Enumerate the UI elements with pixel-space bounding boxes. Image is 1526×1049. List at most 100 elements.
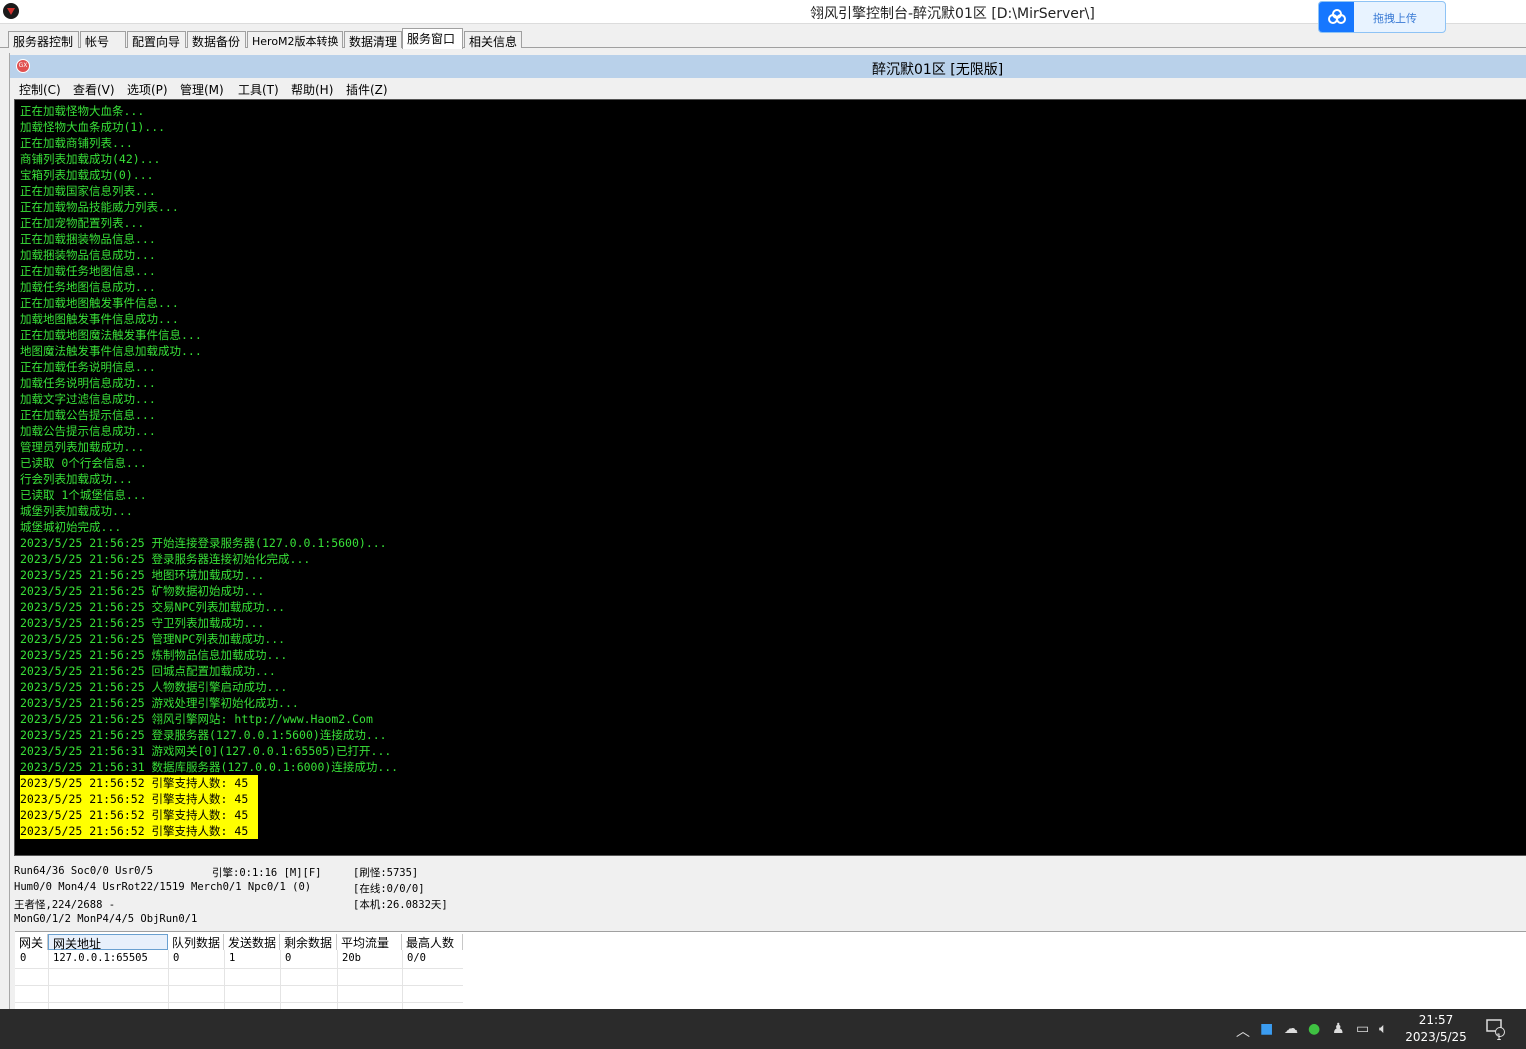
log-line: 正在加载国家信息列表... (20, 184, 156, 198)
tab-service-window[interactable]: 服务窗口 (402, 28, 463, 49)
log-line: 2023/5/25 21:56:25 游戏处理引擎初始化成功... (20, 696, 299, 710)
log-line: 正在加宠物配置列表... (20, 216, 145, 230)
column-header[interactable]: 平均流量 (337, 934, 402, 950)
log-line: 正在加载捆装物品信息... (20, 232, 156, 246)
cloud-icon[interactable]: ☁ (1284, 1021, 1298, 1037)
log-line: 地图魔法触发事件信息加载成功... (20, 344, 202, 358)
engine-window: GX 醉沉默01区 [无限版] 控制(C) 查看(V) 选项(P) 管理(M) … (9, 53, 1526, 1010)
window-titlebar: 翎风引擎控制台-醉沉默01区 [D:\MirServer\] (0, 0, 1526, 24)
notification-count: 1 (1496, 1033, 1502, 1043)
tab-herom2-convert[interactable]: HeroM2版本转换 (247, 31, 343, 48)
log-line-highlight: 2023/5/25 21:56:52 引擎支持人数: 45 (20, 775, 258, 791)
menubar: 控制(C) 查看(V) 选项(P) 管理(M) 工具(T) 帮助(H) 插件(Z… (10, 79, 1526, 99)
log-line: 2023/5/25 21:56:25 回城点配置加载成功... (20, 664, 276, 678)
menu-help[interactable]: 帮助(H) (291, 81, 333, 98)
log-console[interactable]: 正在加载怪物大血条... 加载怪物大血条成功(1)... 正在加载商铺列表... 商铺… (14, 99, 1526, 856)
log-line: 正在加载公告提示信息... (20, 408, 156, 422)
log-line: 行会列表加载成功... (20, 472, 133, 486)
log-line: 2023/5/25 21:56:31 数据库服务器(127.0.0.1:6000… (20, 760, 399, 774)
menu-view[interactable]: 查看(V) (73, 81, 115, 98)
clock-time: 21:57 (1418, 1013, 1454, 1027)
log-line: 正在加载任务地图信息... (20, 264, 156, 278)
menu-options[interactable]: 选项(P) (127, 81, 168, 98)
log-line: 2023/5/25 21:56:25 炼制物品信息加载成功... (20, 648, 288, 662)
menu-control[interactable]: 控制(C) (19, 81, 61, 98)
status-run: Run64/36 Soc0/0 Usr0/5 (14, 865, 154, 877)
log-line: 已读取 0个行会信息... (20, 456, 147, 470)
log-line: 加载任务地图信息成功... (20, 280, 156, 294)
log-line: 商铺列表加载成功(42)... (20, 152, 161, 166)
log-line: 加载捆装物品信息成功... (20, 248, 156, 262)
log-line: 正在加载地图魔法触发事件信息... (20, 328, 202, 342)
chevron-up-icon[interactable]: ︿ (1236, 1021, 1250, 1041)
log-line: 2023/5/25 21:56:25 守卫列表加载成功... (20, 616, 265, 630)
status-local: [本机:26.0832天] (353, 899, 448, 911)
status-engine-uptime: 引擎:0:1:16 [M][F] (212, 867, 322, 879)
log-line: 2023/5/25 21:56:25 登录服务器(127.0.0.1:5600)… (20, 728, 387, 742)
gateway-table[interactable]: 网关 网关地址 队列数据 发送数据 剩余数据 平均流量 最高人数 0 127.0… (15, 931, 1526, 1010)
upload-label: 拖拽上传 (1373, 12, 1417, 25)
log-line: 2023/5/25 21:56:25 矿物数据初始成功... (20, 584, 265, 598)
log-line: 2023/5/25 21:56:25 交易NPC列表加载成功... (20, 600, 286, 614)
status-refresh: [刷怪:5735] (353, 867, 419, 879)
engine-window-title: 醉沉默01区 [无限版] (872, 62, 1004, 78)
engine-icon: GX (16, 59, 30, 73)
log-line: 宝箱列表加载成功(0)... (20, 168, 154, 182)
log-line: 管理员列表加载成功... (20, 440, 145, 454)
volume-icon[interactable]: 🔈︎ (1379, 1021, 1387, 1037)
status-online: [在线:0/0/0] (353, 883, 425, 895)
qq-icon[interactable]: ♟ (1332, 1021, 1345, 1037)
log-line: 城堡城初始完成... (20, 520, 122, 534)
cell-queue: 0 (173, 952, 180, 964)
cell-gateway: 0 (20, 952, 27, 964)
tab-server-control[interactable]: 服务器控制 (8, 31, 79, 49)
cell-remaining: 0 (285, 952, 292, 964)
clock-date: 2023/5/25 (1405, 1030, 1467, 1044)
log-line: 2023/5/25 21:56:25 开始连接登录服务器(127.0.0.1:5… (20, 536, 387, 550)
log-line: 加载地图触发事件信息成功... (20, 312, 179, 326)
status-hum: Hum0/0 Mon4/4 UsrRot22/1519 Merch0/1 Npc… (14, 881, 312, 893)
menu-manage[interactable]: 管理(M) (180, 81, 224, 98)
log-line: 加载文字过滤信息成功... (20, 392, 156, 406)
column-header[interactable]: 发送数据 (224, 934, 280, 950)
column-header[interactable]: 网关 (15, 934, 48, 950)
tab-config-wizard[interactable]: 配置向导 (127, 31, 186, 49)
taskbar: ︿ ■ ☁ ● ♟ ▭ 🔈︎ 21:57 2023/5/25 1 (0, 1009, 1526, 1049)
engine-window-titlebar: GX 醉沉默01区 [无限版] (10, 55, 1526, 78)
column-header[interactable]: 队列数据 (168, 934, 224, 950)
main-tabstrip: 服务器控制 帐号 配置向导 数据备份 HeroM2版本转换 数据清理 服务窗口 … (0, 28, 1526, 49)
system-clock[interactable]: 21:57 2023/5/25 (1400, 1012, 1472, 1046)
network-icon[interactable]: ▭ (1356, 1021, 1369, 1037)
menu-plugins[interactable]: 插件(Z) (346, 81, 388, 98)
log-line: 正在加载商铺列表... (20, 136, 133, 150)
log-line: 2023/5/25 21:56:25 翎风引擎网站: http://www.Ha… (20, 712, 373, 726)
log-line: 加载公告提示信息成功... (20, 424, 156, 438)
tab-related-info[interactable]: 相关信息 (464, 31, 522, 49)
app-logo-icon (3, 3, 19, 19)
menu-tools[interactable]: 工具(T) (238, 81, 279, 98)
cell-max-users: 0/0 (407, 952, 426, 964)
column-header[interactable]: 最高人数 (402, 934, 463, 950)
log-line: 2023/5/25 21:56:31 游戏网关[0](127.0.0.1:655… (20, 744, 392, 758)
wechat-icon[interactable]: ● (1308, 1021, 1320, 1037)
status-king-monster: 王者怪,224/2688 - (14, 899, 116, 911)
log-line: 正在加载物品技能威力列表... (20, 200, 179, 214)
column-header[interactable]: 剩余数据 (280, 934, 337, 950)
log-line: 正在加载怪物大血条... (20, 104, 145, 118)
app-tray-icon[interactable]: ■ (1260, 1021, 1273, 1037)
log-line: 2023/5/25 21:56:25 人物数据引擎启动成功... (20, 680, 288, 694)
log-line: 城堡列表加载成功... (20, 504, 133, 518)
log-line: 加载怪物大血条成功(1)... (20, 120, 166, 134)
log-line: 已读取 1个城堡信息... (20, 488, 147, 502)
cell-sent: 1 (229, 952, 236, 964)
log-line: 正在加载地图触发事件信息... (20, 296, 179, 310)
tab-data-cleanup[interactable]: 数据清理 (344, 31, 402, 49)
log-line-highlight: 2023/5/25 21:56:52 引擎支持人数: 45 (20, 823, 258, 839)
column-header[interactable]: 网关地址 (48, 934, 168, 951)
tab-data-backup[interactable]: 数据备份 (187, 31, 246, 49)
log-line-highlight: 2023/5/25 21:56:52 引擎支持人数: 45 (20, 807, 258, 823)
log-line: 加载任务说明信息成功... (20, 376, 156, 390)
tab-account[interactable]: 帐号 (80, 31, 126, 49)
log-line: 2023/5/25 21:56:25 管理NPC列表加载成功... (20, 632, 286, 646)
log-line: 正在加载任务说明信息... (20, 360, 156, 374)
